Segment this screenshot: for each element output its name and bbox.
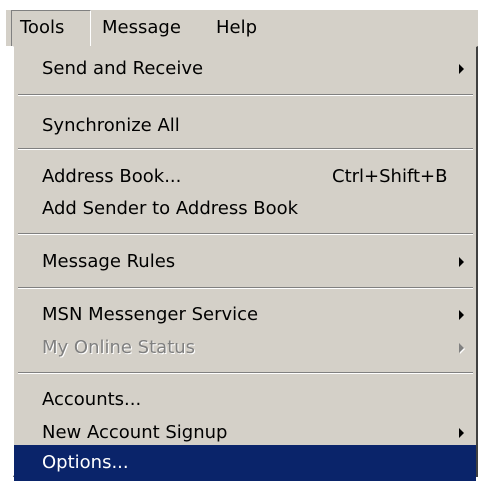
menu-separator: [18, 233, 473, 235]
submenu-arrow-icon: [459, 343, 464, 353]
menu-item-add-sender[interactable]: Add Sender to Address Book: [17, 191, 474, 227]
menu-item-address-book[interactable]: Address Book... Ctrl+Shift+B: [17, 159, 474, 195]
submenu-arrow-icon: [459, 257, 464, 267]
menu-item-label: Address Book...: [42, 166, 182, 187]
menu-item-options[interactable]: Options...: [14, 445, 476, 481]
tools-dropdown-menu: Send and Receive Synchronize All Address…: [13, 46, 478, 481]
submenu-arrow-icon: [459, 64, 464, 74]
submenu-arrow-icon: [459, 310, 464, 320]
menu-separator: [18, 94, 473, 96]
menu-item-message-rules[interactable]: Message Rules: [17, 244, 474, 280]
menu-separator: [18, 148, 473, 150]
menu-bar: Tools Message Help: [6, 10, 478, 46]
menu-help[interactable]: Help: [216, 10, 257, 46]
menu-separator: [18, 287, 473, 289]
menu-item-label: My Online Status: [42, 337, 196, 358]
menu-item-label: Options...: [42, 452, 129, 473]
menu-item-label: Synchronize All: [42, 115, 180, 136]
menu-item-synchronize-all[interactable]: Synchronize All: [17, 108, 474, 144]
menu-item-msn-messenger-service[interactable]: MSN Messenger Service: [17, 297, 474, 333]
menu-item-label: Send and Receive: [42, 58, 204, 79]
menu-item-label: MSN Messenger Service: [42, 304, 259, 325]
menu-item-send-and-receive[interactable]: Send and Receive: [17, 51, 474, 87]
menu-separator: [18, 372, 473, 374]
screen: Tools Message Help Send and Receive Sync…: [0, 0, 494, 485]
menu-item-my-online-status: My Online Status: [17, 330, 474, 366]
menu-item-label: Add Sender to Address Book: [42, 198, 299, 219]
submenu-arrow-icon: [459, 428, 464, 438]
menu-item-label: Accounts...: [42, 389, 142, 410]
menu-item-accounts[interactable]: Accounts...: [17, 382, 474, 418]
menu-item-accelerator: Ctrl+Shift+B: [332, 166, 448, 187]
menu-message[interactable]: Message: [102, 10, 181, 46]
menu-tools[interactable]: Tools: [11, 10, 91, 46]
menu-item-label: Message Rules: [42, 251, 176, 272]
